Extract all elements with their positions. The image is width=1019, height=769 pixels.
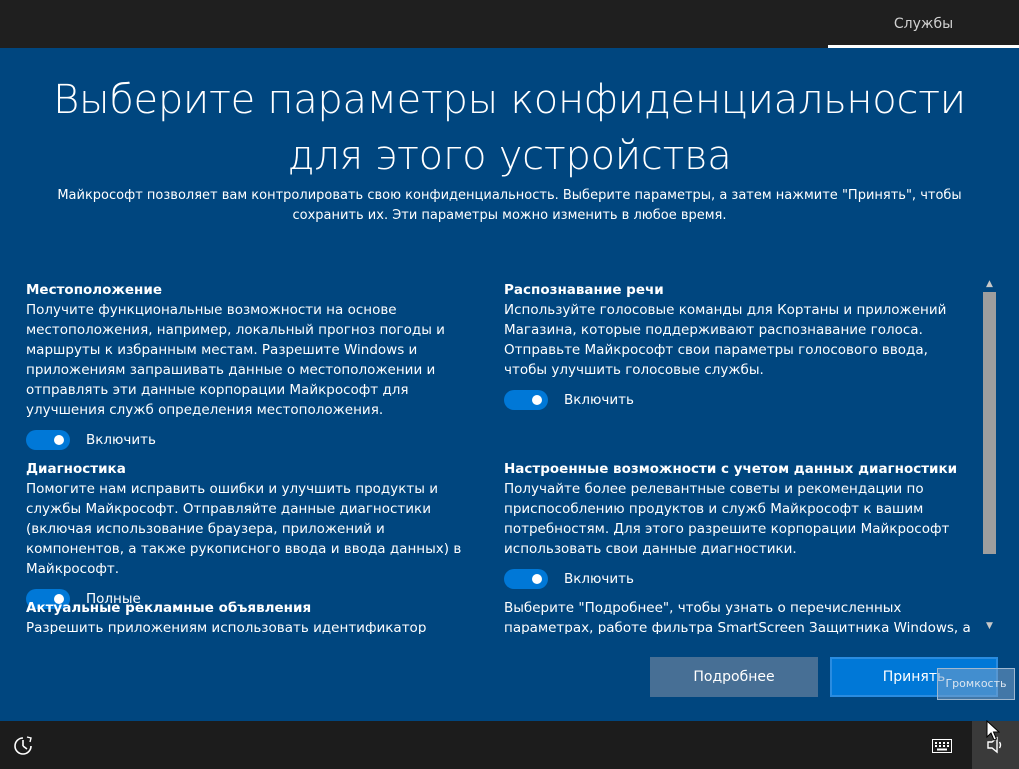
- section-description: Получайте более релевантные советы и рек…: [504, 481, 950, 557]
- services-tab[interactable]: Службы: [828, 0, 1019, 48]
- location-toggle[interactable]: [26, 430, 70, 450]
- toggle-label: Включить: [86, 432, 156, 448]
- tailored-experiences-toggle[interactable]: [504, 569, 548, 589]
- section-tailored-experiences: Настроенные возможности с учетом данных …: [504, 459, 974, 591]
- toggle-knob: [532, 395, 542, 405]
- section-description: Разрешить приложениям использовать идент…: [26, 620, 427, 634]
- toggle-label: Включить: [564, 392, 634, 408]
- speech-toggle[interactable]: [504, 390, 548, 410]
- keyboard-icon[interactable]: [932, 739, 952, 753]
- scroll-down-icon[interactable]: ▼: [981, 618, 998, 634]
- section-diagnostics: Диагностика Помогите нам исправить ошибк…: [26, 459, 486, 611]
- ease-of-access-icon[interactable]: [12, 735, 34, 757]
- page-title: Выберите параметры конфиденциальности дл…: [53, 77, 966, 179]
- section-description: Помогите нам исправить ошибки и улучшить…: [26, 481, 462, 577]
- section-description: Выберите "Подробнее", чтобы узнать о пер…: [504, 600, 971, 634]
- learn-more-button[interactable]: Подробнее: [650, 657, 818, 697]
- vertical-scrollbar[interactable]: ▲ ▼: [981, 276, 998, 634]
- section-description: Используйте голосовые команды для Кортан…: [504, 302, 947, 378]
- location-toggle-row: Включить: [26, 428, 486, 452]
- toggle-knob: [532, 574, 542, 584]
- bottom-bar: [0, 721, 1019, 769]
- section-ads: Актуальные рекламные объявления Разрешит…: [26, 598, 486, 634]
- section-description: Получите функциональные возможности на о…: [26, 302, 445, 418]
- scroll-thumb[interactable]: [983, 292, 996, 554]
- section-location: Местоположение Получите функциональные в…: [26, 280, 486, 452]
- section-title: Актуальные рекламные объявления: [26, 600, 312, 616]
- section-speech: Распознавание речи Используйте голосовые…: [504, 280, 974, 412]
- volume-tooltip: Громкость: [937, 668, 1015, 700]
- top-bar: Службы: [0, 0, 1019, 48]
- section-title: Настроенные возможности с учетом данных …: [504, 461, 958, 477]
- section-title: Диагностика: [26, 461, 126, 477]
- page-subtitle: Майкрософт позволяет вам контролировать …: [57, 188, 962, 223]
- scroll-up-icon[interactable]: ▲: [981, 276, 998, 292]
- section-learn-more-note: Выберите "Подробнее", чтобы узнать о пер…: [504, 598, 974, 634]
- privacy-panel: Выберите параметры конфиденциальности дл…: [0, 48, 1019, 721]
- speech-toggle-row: Включить: [504, 388, 974, 412]
- settings-scroll-area[interactable]: Местоположение Получите функциональные в…: [26, 274, 998, 634]
- tailored-toggle-row: Включить: [504, 567, 974, 591]
- toggle-knob: [54, 435, 64, 445]
- section-title: Местоположение: [26, 282, 162, 298]
- section-title: Распознавание речи: [504, 282, 664, 298]
- toggle-label: Включить: [564, 571, 634, 587]
- mouse-cursor-icon: [986, 720, 1000, 741]
